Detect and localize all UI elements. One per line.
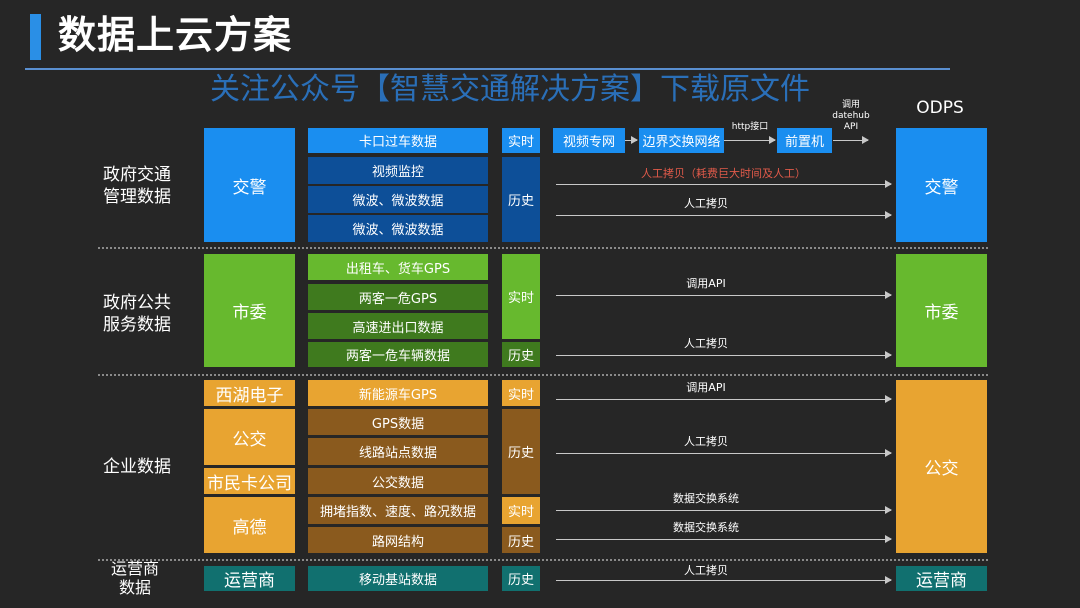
source-jiaojing: 交警 (204, 128, 295, 242)
target-operator: 运营商 (896, 566, 987, 591)
arrow-label-manual: 人工拷贝 (684, 564, 728, 577)
tag-realtime: 实时 (502, 254, 540, 339)
source-shiwei: 市委 (204, 254, 295, 367)
arrow-label-manual-costly: 人工拷贝（耗费巨大时间及人工） (641, 167, 806, 180)
flow-arrow (556, 211, 892, 219)
arrow-label-manual: 人工拷贝 (684, 197, 728, 210)
arrow-label-manual: 人工拷贝 (684, 337, 728, 350)
flow-arrow (556, 506, 892, 514)
item-microwave-2: 微波、微波数据 (308, 215, 488, 242)
flow-arrow (556, 576, 892, 584)
item-bus: 公交数据 (308, 468, 488, 494)
item-taxi: 出租车、货车GPS (308, 254, 488, 280)
section-divider (98, 247, 988, 249)
page-subtitle: 关注公众号【智慧交通解决方案】下载原文件 (210, 72, 810, 107)
title-accent-bar (30, 14, 41, 60)
flow-arrow (556, 180, 892, 188)
source-gaode: 高德 (204, 497, 295, 553)
item-basestation: 移动基站数据 (308, 566, 488, 591)
arrow-label-api: 调用API (686, 277, 726, 290)
category-operator: 运营商 数据 (110, 559, 159, 597)
flow-video-net: 视频专网 (553, 128, 625, 153)
item-kakou: 卡口过车数据 (308, 128, 488, 153)
flow-arrow (625, 136, 638, 144)
flow-http-label: http接口 (731, 122, 769, 132)
page-title: 数据上云方案 (58, 13, 293, 57)
category-gov-traffic: 政府交通 管理数据 (103, 165, 171, 207)
source-operator: 运营商 (204, 566, 295, 591)
flow-arrow (833, 136, 869, 144)
item-network: 路网结构 (308, 527, 488, 553)
flow-arrow (724, 136, 776, 144)
tag-history: 历史 (502, 157, 540, 242)
source-gongjiao: 公交 (204, 409, 295, 465)
section-divider (98, 374, 988, 376)
category-enterprise: 企业数据 (103, 457, 171, 477)
arrow-label-api: 调用API (686, 381, 726, 394)
item-liangke-gps: 两客一危GPS (308, 284, 488, 310)
item-microwave-1: 微波、微波数据 (308, 186, 488, 213)
tag-history: 历史 (502, 566, 540, 591)
item-gps: GPS数据 (308, 409, 488, 435)
section-divider (98, 559, 988, 561)
flow-arrow (556, 291, 892, 299)
arrow-label-exchange: 数据交换系统 (673, 492, 739, 505)
target-gongjiao: 公交 (896, 380, 987, 553)
source-xihu: 西湖电子 (204, 380, 295, 406)
odps-label: ODPS (916, 98, 964, 118)
tag-realtime: 实时 (502, 497, 540, 524)
arrow-label-manual: 人工拷贝 (684, 435, 728, 448)
flow-datehub-label: 调用 datehub API (832, 100, 870, 132)
flow-arrow (556, 449, 892, 457)
arrow-label-exchange: 数据交换系统 (673, 521, 739, 534)
tag-history: 历史 (502, 409, 540, 494)
target-shiwei: 市委 (896, 254, 987, 367)
flow-arrow (556, 535, 892, 543)
source-shiminka: 市民卡公司 (204, 468, 295, 494)
flow-border-exchange: 边界交换网络 (639, 128, 724, 153)
target-jiaojing: 交警 (896, 128, 987, 242)
item-newenergy: 新能源车GPS (308, 380, 488, 406)
tag-realtime: 实时 (502, 128, 540, 153)
tag-realtime: 实时 (502, 380, 540, 406)
tag-history: 历史 (502, 527, 540, 553)
flow-frontend: 前置机 (777, 128, 832, 153)
item-liangke-vehicle: 两客一危车辆数据 (308, 342, 488, 367)
tag-history: 历史 (502, 342, 540, 367)
flow-arrow (556, 395, 892, 403)
category-gov-public: 政府公共 服务数据 (103, 293, 171, 335)
item-congestion: 拥堵指数、速度、路况数据 (308, 497, 488, 524)
flow-arrow (556, 351, 892, 359)
item-video: 视频监控 (308, 157, 488, 184)
item-route: 线路站点数据 (308, 438, 488, 465)
item-highway: 高速进出口数据 (308, 313, 488, 339)
